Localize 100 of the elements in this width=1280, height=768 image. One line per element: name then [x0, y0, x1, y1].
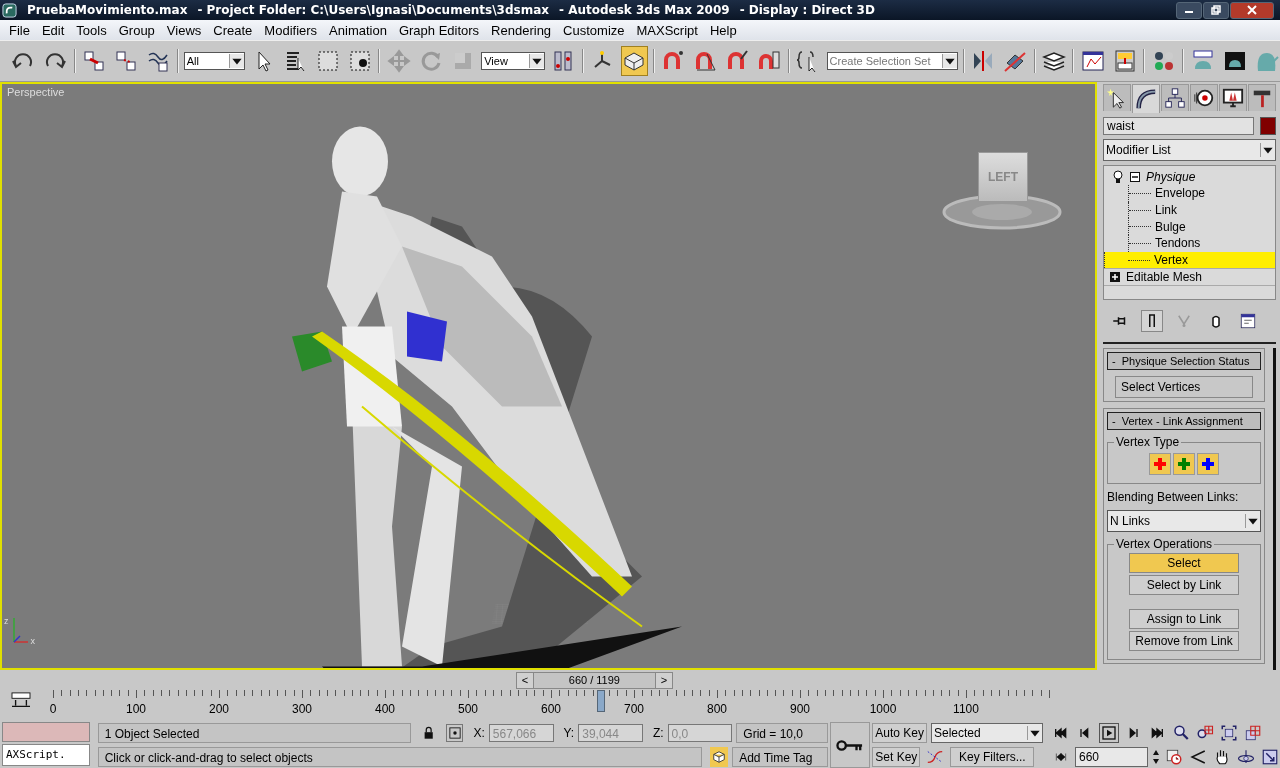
listener-output-field[interactable]	[2, 722, 90, 742]
sub-object-row[interactable]: Envelope	[1128, 185, 1275, 202]
play-icon	[1101, 725, 1117, 741]
window-title: - Autodesk 3ds Max 2009	[559, 3, 730, 17]
current-frame-marker[interactable]	[596, 690, 605, 712]
menu-item[interactable]: Help	[704, 22, 744, 38]
group-label: Vertex Type	[1114, 435, 1182, 449]
time-configuration-button[interactable]	[1164, 747, 1184, 767]
set-key-button[interactable]	[829, 722, 871, 768]
maximize-viewport-icon	[1261, 748, 1279, 766]
modifier-list-dropdown[interactable]: Modifier List	[1103, 139, 1276, 161]
sub-object-label: Envelope	[1155, 186, 1206, 201]
previous-frame-button[interactable]: <	[516, 672, 534, 688]
unlink-icon	[114, 49, 139, 73]
panel-tab[interactable]	[1190, 84, 1218, 111]
menu-item[interactable]: Graph Editors	[393, 22, 487, 38]
frame-label: 100	[126, 702, 146, 716]
sub-object-row[interactable]: Link	[1128, 201, 1275, 219]
move-icon	[386, 49, 411, 73]
menu-item[interactable]: Create	[208, 22, 260, 38]
operation-button[interactable]: Select by Link	[1129, 575, 1239, 595]
coordinate-label: Z:	[652, 726, 664, 740]
menu-item[interactable]: Modifiers	[259, 22, 325, 38]
key-set-dropdown[interactable]: Selected	[931, 723, 1043, 743]
rollout-header[interactable]: - Physique Selection Status	[1107, 352, 1261, 370]
stack-item[interactable]: Editable Mesh	[1126, 270, 1203, 285]
curve-editor-icon	[1080, 49, 1105, 73]
menu-item[interactable]: Views	[161, 22, 209, 38]
dropdown[interactable]: Create Selection Set	[826, 52, 958, 70]
group-label: Vertex Operations	[1114, 537, 1215, 551]
minimize-button[interactable]	[1176, 1, 1202, 19]
viewport-navigation-button[interactable]	[1219, 723, 1239, 743]
frame-label: 600	[541, 702, 561, 716]
menu-item[interactable]: Tools	[71, 22, 114, 38]
menu-item[interactable]: Customize	[558, 22, 632, 38]
dropdown[interactable]: All	[183, 52, 246, 70]
selection-status: Select Vertices	[1115, 376, 1253, 398]
lock-icon[interactable]	[422, 726, 435, 740]
orbit-icon	[1237, 748, 1255, 766]
next-frame-button[interactable]: >	[654, 672, 672, 688]
key-mode-icon	[1054, 750, 1068, 764]
hierarchy-icon	[1164, 87, 1186, 109]
menu-item[interactable]: MAXScript	[631, 22, 705, 38]
go-to-start-icon	[1053, 725, 1069, 741]
operation-button[interactable]: Remove from Link	[1129, 631, 1239, 651]
caret-icon	[941, 54, 957, 68]
time-slider-thumb[interactable]: 660 / 1199	[533, 672, 655, 688]
sub-object-label: Link	[1155, 203, 1177, 218]
stack-item[interactable]: Physique	[1146, 170, 1196, 184]
panel-tab[interactable]	[1103, 84, 1131, 111]
window-title: - Project Folder: C:\Users\Ignasi\Documents\3dsmax	[197, 3, 549, 17]
menu-item[interactable]: Animation	[324, 22, 394, 38]
panel-tab[interactable]	[1248, 84, 1276, 111]
sub-object-label: Tendons	[1155, 236, 1201, 251]
operation-button[interactable]: Assign to Link	[1129, 609, 1239, 629]
panel-tab[interactable]	[1219, 84, 1247, 111]
close-button[interactable]	[1230, 1, 1274, 19]
time-tag-button[interactable]	[710, 747, 729, 767]
panel-tab[interactable]	[1132, 84, 1160, 113]
menu-item[interactable]: File	[4, 22, 37, 38]
operation-button[interactable]: Select	[1129, 553, 1239, 573]
trackbar-toggle-icon[interactable]	[10, 692, 32, 710]
frame-label: 800	[707, 702, 727, 716]
time-slider[interactable]: < 660 / 1199 >	[515, 671, 673, 689]
restore-button[interactable]	[1203, 1, 1229, 19]
restore-icon	[1211, 5, 1221, 15]
expand-icon[interactable]	[1110, 272, 1120, 283]
add-time-tag-button[interactable]: Add Time Tag	[732, 747, 828, 767]
link-icon	[82, 49, 107, 73]
panel-tab[interactable]	[1161, 84, 1189, 111]
sub-object-row[interactable]: Bulge	[1128, 218, 1275, 236]
blending-dropdown[interactable]: N Links	[1107, 510, 1261, 532]
rectangle-selection-icon	[315, 49, 340, 73]
rollout-header[interactable]: - Vertex - Link Assignment	[1107, 412, 1261, 430]
menu-item[interactable]: Edit	[36, 22, 72, 38]
sub-object-row[interactable]: Tendons	[1128, 235, 1275, 252]
lightbulb-icon[interactable]	[1112, 170, 1124, 184]
toolbar-button[interactable]	[620, 46, 648, 76]
spinner-icon[interactable]	[1152, 748, 1160, 766]
zoom-extents-all-icon	[1244, 724, 1262, 742]
menu-item[interactable]: Group	[113, 22, 162, 38]
app-icon	[2, 2, 17, 18]
auto-key-button[interactable]: Auto Key	[872, 723, 927, 743]
object-color-swatch[interactable]	[1260, 117, 1276, 135]
stack-tool-button[interactable]	[1141, 310, 1163, 332]
menu-item[interactable]: Rendering	[486, 22, 559, 38]
set-key-button[interactable]: Set Key	[872, 747, 921, 767]
sub-object-row[interactable]: Vertex	[1104, 251, 1275, 269]
playback-button[interactable]	[1099, 723, 1119, 743]
frame-label: 200	[209, 702, 229, 716]
absolute-mode-button[interactable]	[446, 724, 464, 742]
caret-icon	[1245, 514, 1260, 528]
collapse-icon[interactable]	[1130, 172, 1140, 182]
key-filters-button[interactable]: Key Filters...	[950, 747, 1035, 767]
listener-input-field[interactable]: AXScript.	[2, 744, 90, 766]
object-name-field[interactable]: waist	[1103, 117, 1254, 135]
viewport-navigation-button[interactable]	[1260, 747, 1280, 767]
frame-label: 700	[624, 702, 644, 716]
dropdown[interactable]: View	[481, 52, 545, 70]
current-frame-field[interactable]: 660	[1075, 747, 1148, 767]
